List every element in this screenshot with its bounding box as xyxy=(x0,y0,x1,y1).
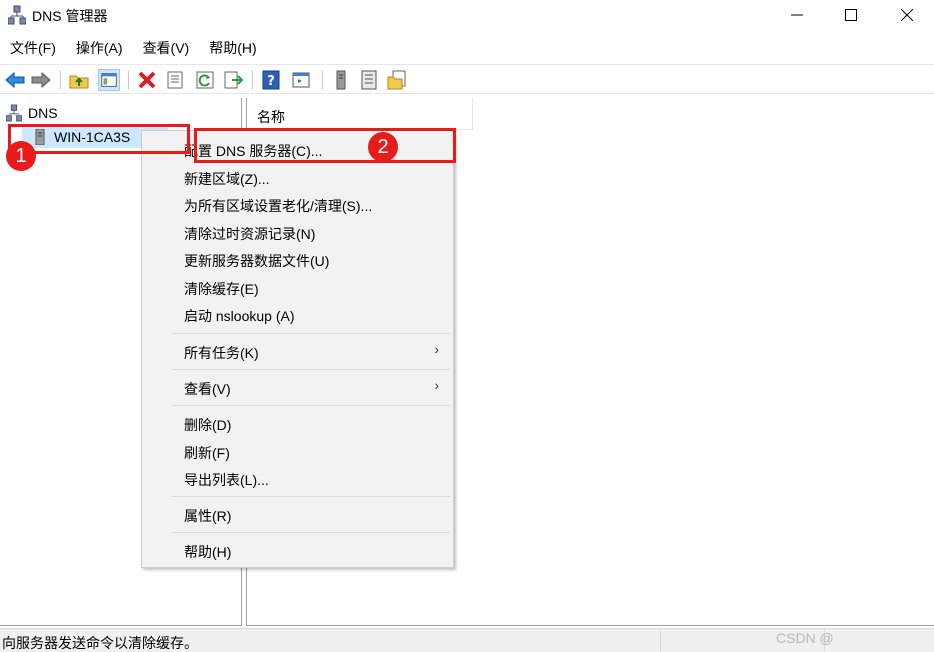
toolbar-separator xyxy=(128,71,129,89)
menu-item-new-zone[interactable]: 新建区域(Z)... xyxy=(184,169,270,189)
toolbar-separator xyxy=(252,71,253,89)
list-icon[interactable] xyxy=(358,69,380,91)
toolbar-separator xyxy=(60,71,61,89)
close-icon xyxy=(901,9,913,21)
menu-item-nslookup[interactable]: 启动 nslookup (A) xyxy=(184,306,294,326)
menu-separator xyxy=(172,333,450,334)
menu-separator xyxy=(172,532,450,533)
menu-action[interactable]: 操作(A) xyxy=(76,34,123,60)
tree-root-label: DNS xyxy=(28,105,58,121)
toolbar: ? xyxy=(0,64,934,94)
up-folder-icon[interactable] xyxy=(68,69,90,91)
annotation-badge-2: 2 xyxy=(368,132,398,162)
menu-item-aging[interactable]: 为所有区域设置老化/清理(S)... xyxy=(184,196,372,216)
show-hide-tree-icon[interactable] xyxy=(98,69,120,91)
delete-icon[interactable] xyxy=(136,69,158,91)
toolbar-separator xyxy=(322,71,323,89)
status-text: 向服务器发送命令以清除缓存。 xyxy=(2,635,198,651)
maximize-button[interactable] xyxy=(822,0,880,30)
dns-manager-window: DNS 管理器 文件(F) 操作(A) 查看(V) 帮助(H) ? DNS WI… xyxy=(0,0,934,652)
server-icon[interactable] xyxy=(330,69,352,91)
menu-help[interactable]: 帮助(H) xyxy=(209,34,256,60)
menu-item-properties[interactable]: 属性(R) xyxy=(184,506,231,526)
menu-item-all-tasks[interactable]: 所有任务(K) xyxy=(184,343,259,363)
menu-item-view[interactable]: 查看(V) xyxy=(184,379,231,399)
title-bar: DNS 管理器 xyxy=(0,0,934,30)
menu-item-scavenge[interactable]: 清除过时资源记录(N) xyxy=(184,224,315,244)
context-menu: 配置 DNS 服务器(C)... 新建区域(Z)... 为所有区域设置老化/清理… xyxy=(141,130,454,568)
annotation-box-configure xyxy=(194,128,456,163)
status-cell xyxy=(824,629,934,652)
window-title: DNS 管理器 xyxy=(32,8,108,24)
menu-item-clear-cache[interactable]: 清除缓存(E) xyxy=(184,279,259,299)
annotation-badge-1: 1 xyxy=(6,141,36,171)
menu-view[interactable]: 查看(V) xyxy=(143,34,190,60)
menu-item-help[interactable]: 帮助(H) xyxy=(184,542,231,562)
column-header-label: 名称 xyxy=(257,109,285,125)
menu-separator xyxy=(172,496,450,497)
menu-separator xyxy=(172,405,450,406)
minimize-button[interactable] xyxy=(768,0,826,30)
console-icon[interactable] xyxy=(290,69,312,91)
maximize-icon xyxy=(845,9,857,21)
properties-icon[interactable] xyxy=(164,69,186,91)
menu-item-delete[interactable]: 删除(D) xyxy=(184,415,231,435)
menu-item-refresh[interactable]: 刷新(F) xyxy=(184,443,230,463)
help-icon[interactable]: ? xyxy=(260,69,282,91)
submenu-arrow-icon: › xyxy=(434,341,439,357)
svg-text:?: ? xyxy=(267,74,275,89)
annotation-box-server xyxy=(8,124,190,154)
menu-item-export[interactable]: 导出列表(L)... xyxy=(184,470,269,490)
menu-item-update-files[interactable]: 更新服务器数据文件(U) xyxy=(184,251,329,271)
export-list-icon[interactable] xyxy=(222,69,244,91)
close-button[interactable] xyxy=(878,0,934,30)
watermark: CSDN @ xyxy=(776,630,834,646)
back-arrow-icon[interactable] xyxy=(4,69,26,91)
menu-file[interactable]: 文件(F) xyxy=(10,34,56,60)
menu-bar: 文件(F) 操作(A) 查看(V) 帮助(H) xyxy=(0,34,934,60)
forward-arrow-icon[interactable] xyxy=(30,69,52,91)
column-header-name[interactable]: 名称 xyxy=(247,98,473,130)
minimize-icon xyxy=(791,14,803,16)
folder-copy-icon[interactable] xyxy=(386,69,408,91)
dns-app-icon xyxy=(8,5,26,25)
menu-separator xyxy=(172,369,450,370)
tree-root-dns[interactable]: DNS xyxy=(6,104,58,122)
refresh-icon[interactable] xyxy=(194,69,216,91)
submenu-arrow-icon: › xyxy=(434,377,439,393)
dns-node-icon xyxy=(6,104,22,122)
